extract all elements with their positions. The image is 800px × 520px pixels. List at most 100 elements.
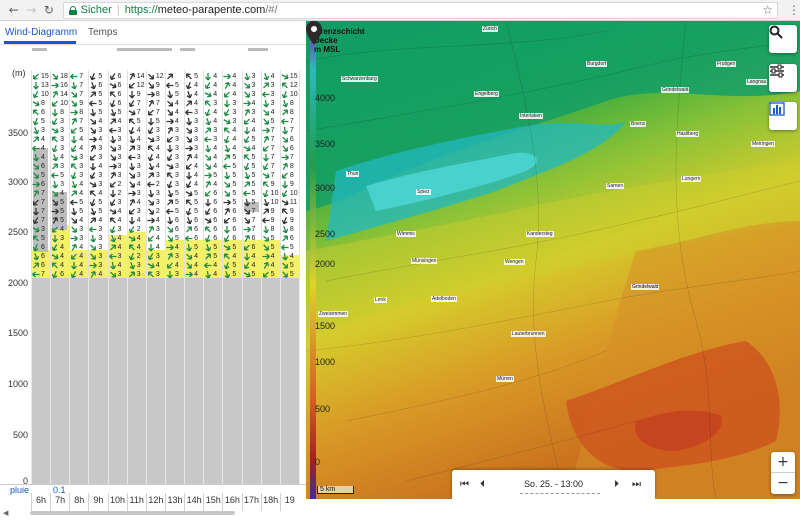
wind-speed: 9 <box>270 217 275 224</box>
hour-separator <box>126 493 128 511</box>
wind-arrow-icon <box>243 244 250 251</box>
location-pin-icon[interactable] <box>306 21 322 45</box>
wind-speed: 5 <box>232 154 237 161</box>
map-altitude-label: 2000 <box>315 259 336 269</box>
wind-arrow-icon <box>108 253 117 260</box>
wind-arrow-icon <box>224 91 231 98</box>
settings-button[interactable] <box>769 64 797 92</box>
scroll-left-arrow-icon[interactable]: ◀ <box>3 509 8 517</box>
wind-arrow-icon <box>147 145 154 152</box>
wind-speed: 18 <box>60 73 68 80</box>
wind-arrow-icon <box>261 217 270 224</box>
wind-speed: 9 <box>155 82 160 89</box>
wind-arrow-icon <box>166 136 173 143</box>
wind-arrow-icon <box>205 253 212 260</box>
wind-arrow-icon <box>90 207 97 216</box>
wind-speed: 5 <box>289 262 294 269</box>
chart-button[interactable] <box>769 102 797 130</box>
wind-speed: 4 <box>213 154 218 161</box>
hour-separator <box>69 493 71 511</box>
map-place-label: Zürich <box>482 26 498 32</box>
time-slider[interactable] <box>520 493 600 496</box>
skip-forward-icon[interactable]: ⏭ <box>632 479 641 490</box>
wind-speed: 12 <box>136 82 145 89</box>
wind-speed: 4 <box>213 262 218 269</box>
wind-arrow-icon <box>167 235 173 242</box>
horizontal-scrollbar[interactable] <box>30 511 235 515</box>
wind-speed: 9 <box>289 208 294 215</box>
wind-arrow-icon <box>205 163 212 170</box>
wind-speed: 4 <box>174 118 179 125</box>
wind-speed: 2 <box>136 226 141 233</box>
wind-arrow-icon <box>147 199 154 206</box>
wind-arrow-icon <box>224 226 231 234</box>
wind-arrow-icon <box>205 190 212 197</box>
hour-separator <box>222 493 224 511</box>
map-place-label: Schwarzenburg <box>341 76 378 82</box>
wind-arrow-icon <box>52 136 59 143</box>
wind-speed: 5 <box>213 172 218 179</box>
step-back-icon[interactable]: ⏴ <box>480 479 485 490</box>
wind-speed: 2 <box>117 190 122 197</box>
map-view[interactable]: Grenzschicht Decke m MSL 4000 3500 3000 250… <box>306 21 800 499</box>
hour-tick-label: 8h <box>74 495 85 505</box>
wind-speed: 8 <box>289 100 294 107</box>
wind-speed: 4 <box>117 262 122 269</box>
wind-arrow-icon <box>262 118 269 125</box>
wind-arrow-icon <box>280 118 289 125</box>
wind-arrow-icon <box>128 172 135 179</box>
step-forward-icon[interactable]: ⏵ <box>614 479 619 490</box>
wind-arrow-icon <box>71 207 78 216</box>
wind-arrow-icon <box>166 244 174 251</box>
wind-speed: 3 <box>60 163 65 170</box>
wind-speed: 5 <box>270 271 275 278</box>
wind-arrow-icon <box>166 208 174 215</box>
wind-speed: 4 <box>79 145 84 152</box>
wind-arrow-icon <box>32 181 40 188</box>
tab-temps[interactable]: Temps <box>88 27 117 38</box>
search-button[interactable] <box>769 25 797 53</box>
map-place-label: Engelberg <box>474 91 499 97</box>
hour-separator <box>88 493 90 511</box>
tab-wind-diagram[interactable]: Wind-Diagramm <box>5 27 77 38</box>
wind-speed: 7 <box>251 226 256 233</box>
wind-arrow-icon <box>148 99 154 107</box>
wind-speed: 4 <box>289 253 294 260</box>
wind-speed: 5 <box>60 172 65 179</box>
ground-separator <box>184 278 186 484</box>
time-strip-segment <box>117 48 172 51</box>
wind-speed: 8 <box>41 100 45 107</box>
zoom-in-button[interactable]: + <box>771 452 795 473</box>
wind-arrow-icon <box>204 92 212 98</box>
address-bar[interactable]: Sicher | https://meteo-parapente.com/#/ … <box>62 1 778 19</box>
zoom-out-button[interactable]: − <box>771 473 795 494</box>
wind-speed: 3 <box>79 154 84 161</box>
wind-arrow-icon <box>129 198 135 206</box>
wind-arrow-icon <box>244 171 250 180</box>
wind-arrow-icon <box>263 135 269 143</box>
map-place-label: Meiringen <box>751 141 775 147</box>
wind-arrow-icon <box>147 271 154 278</box>
wind-speed: 3 <box>155 136 160 143</box>
wind-speed: 3 <box>60 145 65 152</box>
wind-speed: 8 <box>79 109 84 116</box>
wind-speed: 3 <box>117 226 122 233</box>
map-altitude-label: 1500 <box>315 321 336 331</box>
forward-arrow-icon[interactable]: → <box>24 2 40 18</box>
back-arrow-icon[interactable]: ← <box>6 2 22 18</box>
wind-speed: 4 <box>270 73 275 80</box>
wind-speed: 9 <box>79 100 84 107</box>
browser-menu-icon[interactable]: ⋮ <box>788 3 800 17</box>
wind-arrow-icon <box>147 73 154 80</box>
wind-arrow-icon <box>129 135 135 144</box>
reload-icon[interactable]: ↻ <box>41 2 57 18</box>
wind-speed: 6 <box>289 235 294 242</box>
wind-arrow-icon <box>110 234 116 243</box>
wind-arrow-icon <box>90 234 97 243</box>
bookmark-star-icon[interactable]: ☆ <box>762 3 773 18</box>
wind-arrow-icon <box>147 127 154 135</box>
skip-back-icon[interactable]: ⏮ <box>460 479 469 490</box>
wind-arrow-icon <box>205 234 211 243</box>
wind-grid[interactable]: 15 18 7 5 6 14 12 5 4 4 3 4 15 13 16 7 6 6 12 9 5 4 4 4 3 3 12 10 14… <box>31 70 300 484</box>
wind-arrow-icon <box>282 126 288 135</box>
